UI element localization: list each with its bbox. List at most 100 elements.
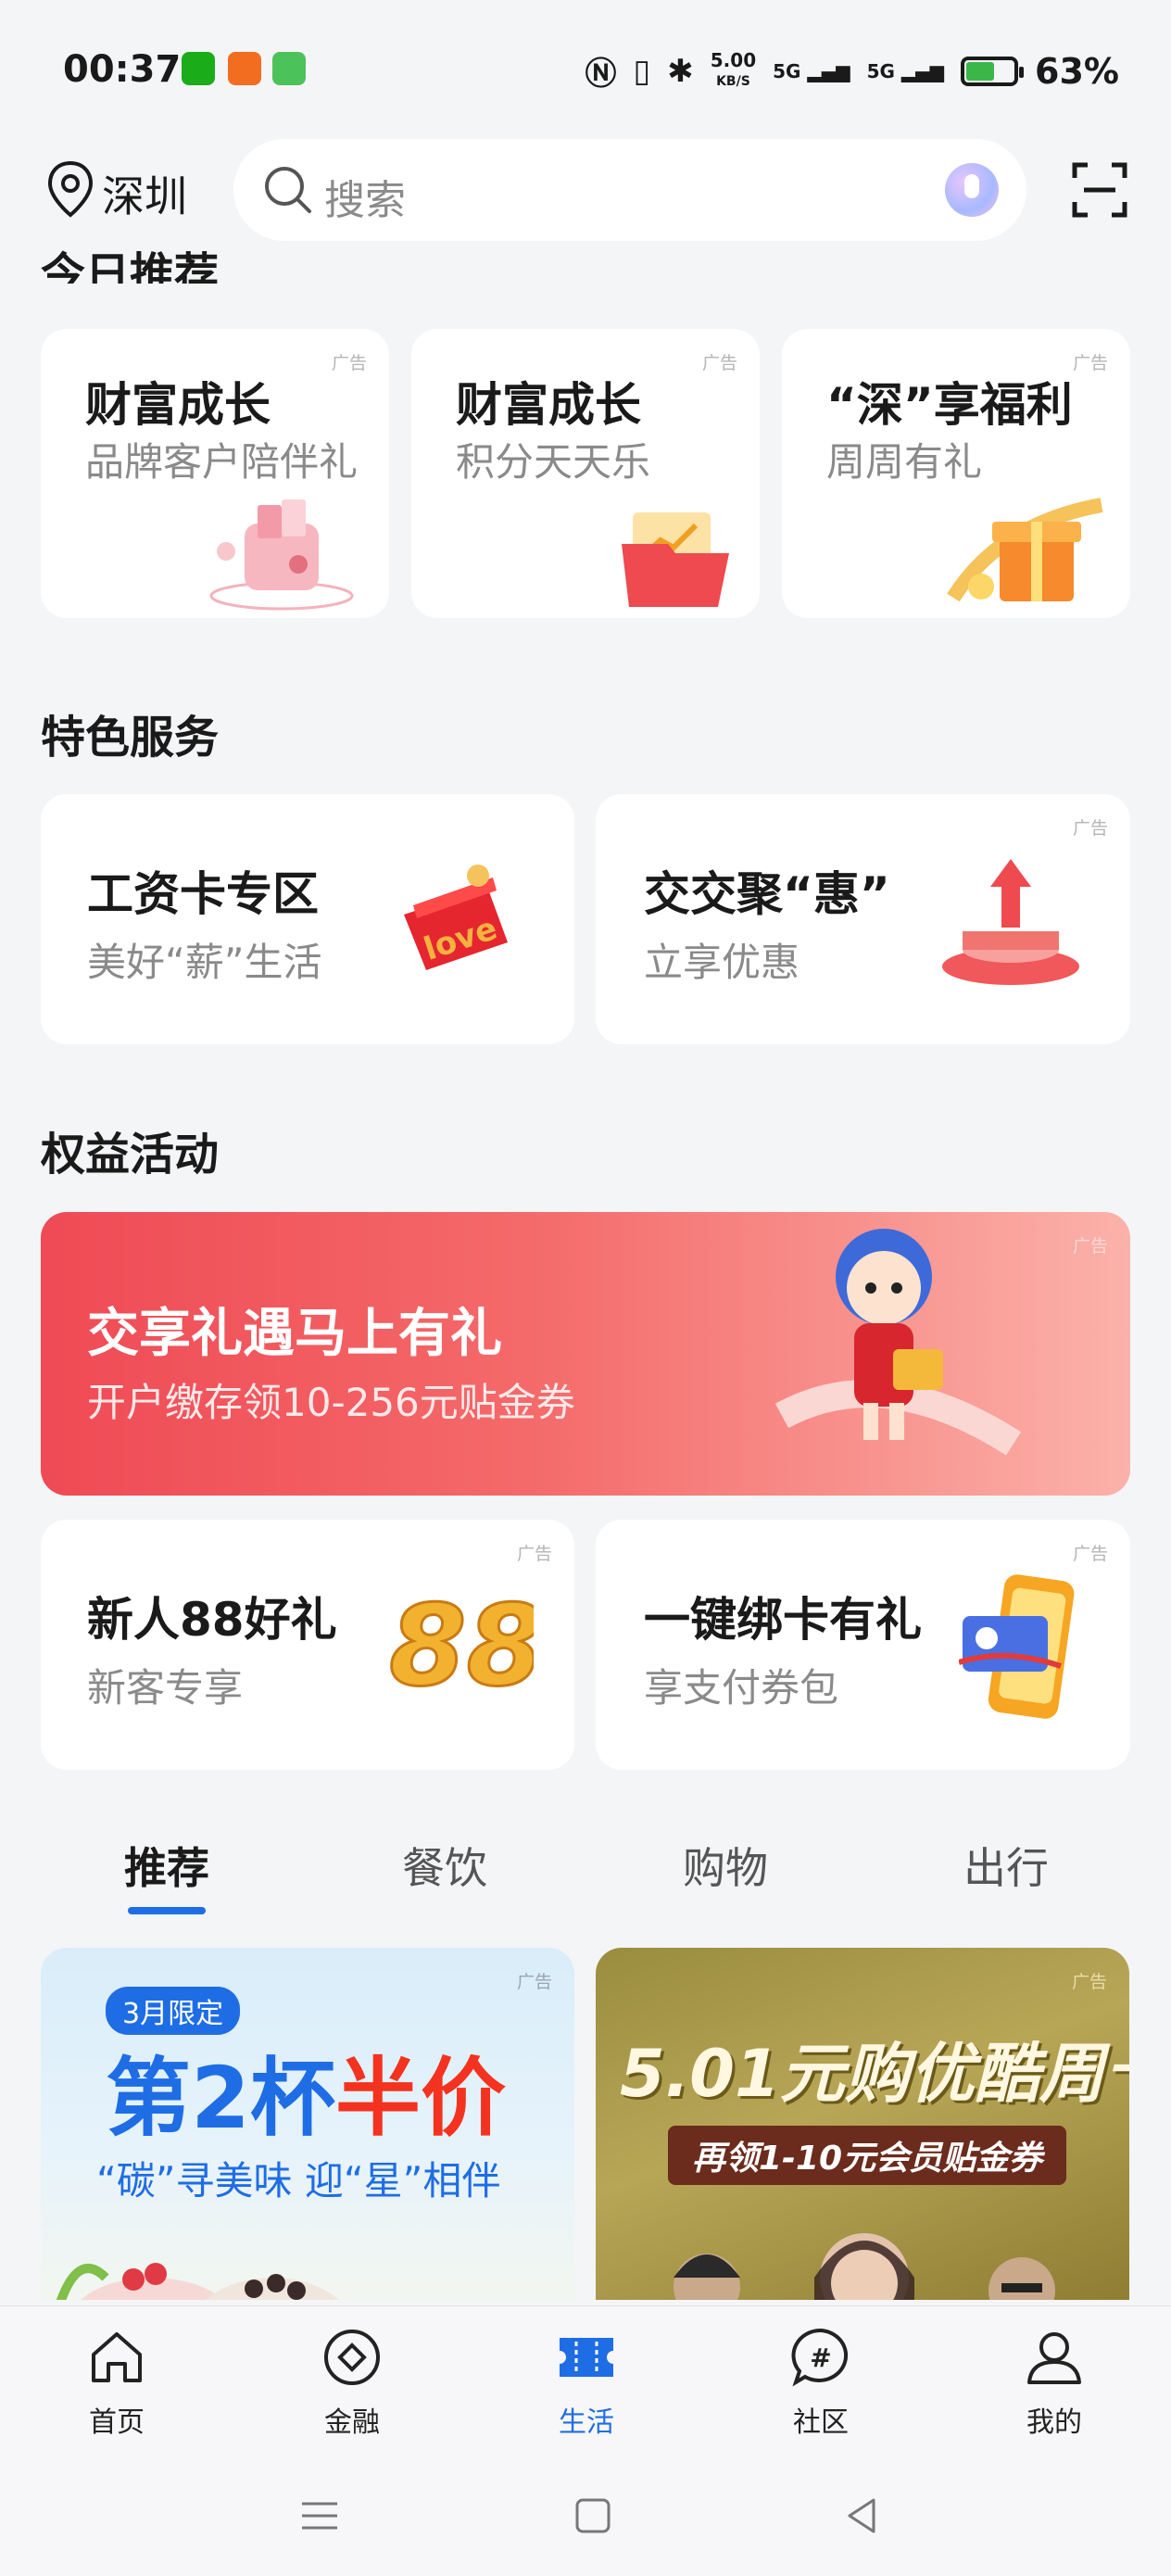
nav-label: 社区 (793, 2406, 849, 2439)
battery-icon (961, 56, 1025, 86)
signal-icon-5g: 5G ▂▄▆ (773, 59, 850, 82)
today-card-3[interactable]: 广告 “深”享福利 周周有礼 (782, 329, 1130, 618)
menu-icon[interactable] (296, 2493, 343, 2539)
nav-life[interactable]: 生活 (531, 2325, 642, 2440)
card-title: 财富成长 (456, 378, 641, 432)
tab-recommend[interactable]: 推荐 (124, 1835, 209, 1896)
location-label[interactable]: 深圳 (102, 163, 187, 224)
wallet-gift-illustration (209, 499, 354, 611)
category-tabs: 推荐 餐饮 购物 出行 (0, 1825, 1171, 1914)
promo-badge: 3月限定 (106, 1987, 241, 2035)
card-subtitle: 积分天天乐 (456, 439, 651, 485)
tab-indicator (128, 1907, 206, 1914)
promo-card-drink[interactable]: 广告 3月限定 第2杯半价 “碳”寻美味 迎“星”相伴 (41, 1948, 574, 2300)
activity-card-newcomer[interactable]: 广告 新人88好礼 新客专享 88 (41, 1520, 574, 1770)
card-title: “深”享福利 (826, 378, 1073, 432)
life-icon (560, 2338, 613, 2377)
banner-subtitle: 开户缴存领10-256元贴金券 (87, 1380, 575, 1425)
service-card-salary[interactable]: 工资卡专区 美好“薪”生活 love (41, 794, 574, 1044)
mascot-illustration (774, 1229, 1022, 1456)
signal-icon-5g-2: 5G ▂▄▆ (866, 59, 945, 82)
gift-box-illustration (947, 498, 1103, 602)
podium-arrow-illustration (942, 859, 1079, 985)
folder-chart-illustration (622, 512, 729, 607)
search-placeholder: 搜索 (324, 177, 406, 224)
activity-card-bind-card[interactable]: 广告 一键绑卡有礼 享支付券包 (596, 1520, 1130, 1770)
card-title: 财富成长 (85, 378, 271, 432)
status-bar: 00:37 Ⓝ ▯ ✱ 5.00 KB/S 5G ▂▄▆ 5G ▂▄▆ 63% (0, 0, 1171, 139)
voice-search-icon[interactable] (945, 163, 999, 217)
profile-icon (1027, 2332, 1081, 2384)
bluetooth-icon: ✱ (667, 52, 694, 90)
home-icon (92, 2332, 142, 2382)
ad-label: 广告 (1072, 818, 1108, 839)
vibrate-icon: ▯ (633, 52, 651, 90)
section-title-today: 今日推荐 (41, 248, 220, 284)
card-title: 工资卡专区 (87, 867, 319, 921)
card-subtitle: 立享优惠 (644, 940, 800, 985)
drink-cups-illustration (56, 2263, 339, 2300)
bottom-navigation: 首页 金融 生活 # 社区 我的 (0, 2305, 1171, 2456)
wechat-icon (182, 52, 215, 85)
banner-title: 交享礼遇马上有礼 (87, 1304, 502, 1364)
svg-text:#: # (810, 2342, 831, 2373)
golden-88-illustration: 88 (388, 1582, 535, 1702)
card-title: 新人88好礼 (87, 1593, 337, 1647)
nfc-icon: Ⓝ (585, 56, 617, 93)
ad-label: 广告 (331, 353, 367, 373)
phone-card-illustration (959, 1574, 1075, 1719)
ad-label: 广告 (1072, 1544, 1108, 1564)
promo-subtitle: “碳”寻美味 迎“星”相伴 (96, 2158, 501, 2203)
card-title: 一键绑卡有礼 (644, 1593, 922, 1647)
nav-label: 首页 (89, 2406, 145, 2439)
ad-label: 广告 (1071, 1972, 1107, 1992)
battery-percent: 63% (1035, 50, 1119, 92)
back-icon[interactable] (838, 2493, 885, 2539)
ad-label: 广告 (701, 353, 737, 373)
section-title-services: 特色服务 (41, 712, 220, 764)
search-icon (265, 167, 311, 213)
home-button-icon[interactable] (570, 2493, 616, 2539)
nav-finance[interactable]: 金融 (296, 2325, 408, 2440)
ad-label: 广告 (1072, 1236, 1108, 1256)
network-speed: 5.00 KB/S (710, 49, 757, 89)
status-time: 00:37 (63, 48, 182, 91)
today-card-1[interactable]: 广告 财富成长 品牌客户陪伴礼 (41, 329, 389, 618)
card-subtitle: 新客专享 (87, 1665, 244, 1711)
card-subtitle: 品牌客户陪伴礼 (85, 439, 359, 485)
card-subtitle: 美好“薪”生活 (87, 940, 322, 985)
promo-subtitle: 再领1-10元会员贴金券 (668, 2126, 1067, 2185)
tab-shopping[interactable]: 购物 (683, 1835, 768, 1896)
card-subtitle: 享支付券包 (644, 1665, 839, 1711)
community-icon: # (791, 2328, 849, 2387)
nav-profile[interactable]: 我的 (999, 2325, 1110, 2440)
nav-home[interactable]: 首页 (61, 2325, 172, 2440)
scan-icon[interactable] (1071, 161, 1128, 219)
actors-illustration (674, 2233, 1055, 2300)
card-subtitle: 周周有礼 (826, 439, 983, 485)
finance-icon (324, 2330, 380, 2385)
promo-headline: 第2杯半价 (106, 2049, 507, 2148)
card-title: 交交聚“惠” (644, 867, 890, 921)
service-card-discount[interactable]: 广告 交交聚“惠” 立享优惠 (596, 794, 1130, 1044)
promo-headline: 5.01元购优酷周卡 (620, 2036, 1129, 2112)
today-card-2[interactable]: 广告 财富成长 积分天天乐 (411, 329, 760, 618)
nav-label: 金融 (324, 2406, 380, 2439)
section-title-activities: 权益活动 (41, 1129, 220, 1181)
nav-label: 生活 (559, 2406, 614, 2439)
ad-label: 广告 (516, 1544, 552, 1564)
love-gift-box-illustration: love (404, 865, 508, 970)
promo-banner[interactable]: 广告 交享礼遇马上有礼 开户缴存领10-256元贴金券 (41, 1212, 1130, 1496)
ad-label: 广告 (516, 1972, 552, 1992)
nav-label: 我的 (1026, 2406, 1082, 2439)
tab-food[interactable]: 餐饮 (402, 1835, 487, 1896)
tab-travel[interactable]: 出行 (963, 1835, 1049, 1896)
nav-community[interactable]: # 社区 (765, 2325, 876, 2440)
search-bar[interactable]: 搜索 (233, 139, 1026, 241)
header: 深圳 搜索 (0, 139, 1171, 246)
ad-label: 广告 (1072, 353, 1108, 373)
location-pin-icon[interactable] (44, 159, 96, 219)
app-notification-icon (228, 52, 261, 85)
promo-card-youku[interactable]: 广告 5.01元购优酷周卡 再领1-10元会员贴金券 (596, 1948, 1129, 2300)
svg-text:88: 88 (389, 1583, 534, 1701)
